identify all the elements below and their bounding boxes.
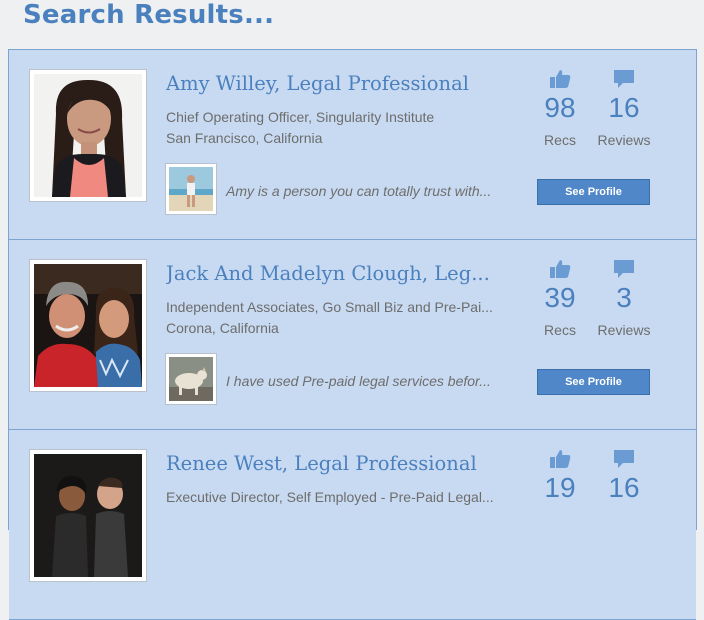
recs-label: Recs <box>544 322 576 338</box>
result-name[interactable]: Renee West, Legal Professional <box>166 452 477 475</box>
result-card: Renee West, Legal Professional Executive… <box>9 430 696 620</box>
review-thumbnail[interactable] <box>165 353 217 405</box>
result-location: San Francisco, California <box>166 130 323 146</box>
reviews-count: 3 <box>616 282 632 313</box>
thumbs-up-icon <box>525 449 595 471</box>
recs-count: 98 <box>544 92 576 123</box>
result-location: Corona, California <box>166 320 279 336</box>
reviews-count: 16 <box>608 472 640 503</box>
result-role: Chief Operating Officer, Singularity Ins… <box>166 109 435 125</box>
review-quote: Amy is a person you can totally trust wi… <box>226 183 492 199</box>
result-role: Independent Associates, Go Small Biz and… <box>166 299 493 315</box>
profile-photo[interactable] <box>29 449 147 582</box>
recs-count: 39 <box>544 282 576 313</box>
recs-stat: 98 Recs <box>525 69 595 148</box>
review-quote: I have used Pre-paid legal services befo… <box>226 373 491 389</box>
reviews-count: 16 <box>608 92 640 123</box>
review-thumbnail-image <box>169 167 213 211</box>
recs-label: Recs <box>544 132 576 148</box>
result-card: Jack And Madelyn Clough, Leg... Independ… <box>9 240 696 430</box>
reviews-stat: 16 <box>589 449 659 502</box>
review-thumbnail-image <box>169 357 213 401</box>
speech-bubble-icon <box>589 449 659 471</box>
review-thumbnail[interactable] <box>165 163 217 215</box>
reviews-stat: 3 Reviews <box>589 259 659 338</box>
result-name[interactable]: Amy Willey, Legal Professional <box>166 72 469 95</box>
reviews-label: Reviews <box>597 322 651 338</box>
see-profile-button[interactable]: See Profile <box>537 369 650 395</box>
see-profile-button[interactable]: See Profile <box>537 179 650 205</box>
result-name[interactable]: Jack And Madelyn Clough, Leg... <box>166 262 490 285</box>
results-list: Amy Willey, Legal Professional Chief Ope… <box>8 49 697 620</box>
recs-stat: 39 Recs <box>525 259 595 338</box>
reviews-stat: 16 Reviews <box>589 69 659 148</box>
page-title: Search Results... <box>23 0 275 30</box>
speech-bubble-icon <box>589 259 659 281</box>
profile-photo-image <box>34 74 142 197</box>
speech-bubble-icon <box>589 69 659 91</box>
reviews-label: Reviews <box>597 132 651 148</box>
recs-stat: 19 <box>525 449 595 502</box>
result-card: Amy Willey, Legal Professional Chief Ope… <box>9 50 696 240</box>
profile-photo[interactable] <box>29 69 147 202</box>
profile-photo-image <box>34 264 142 387</box>
recs-count: 19 <box>544 472 576 503</box>
thumbs-up-icon <box>525 69 595 91</box>
result-role: Executive Director, Self Employed - Pre-… <box>166 489 494 505</box>
profile-photo[interactable] <box>29 259 147 392</box>
thumbs-up-icon <box>525 259 595 281</box>
profile-photo-image <box>34 454 142 577</box>
